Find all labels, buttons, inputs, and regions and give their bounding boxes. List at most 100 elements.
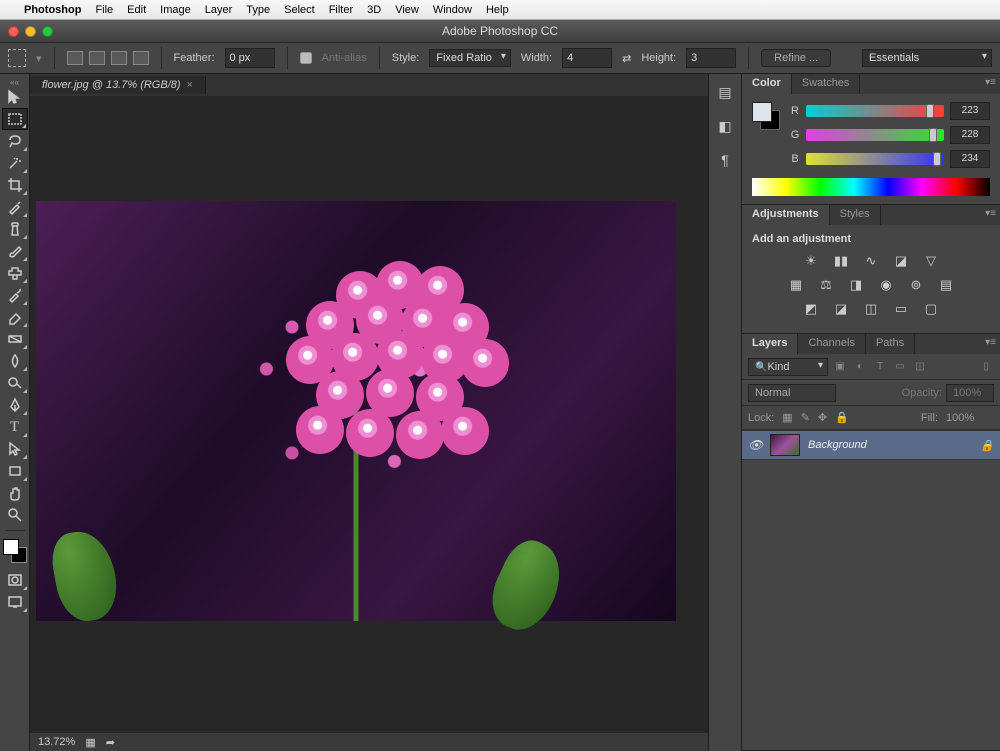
status-share-icon[interactable]: ➦ (106, 736, 115, 749)
selection-mode-new[interactable] (67, 51, 83, 65)
character-dock-icon[interactable]: ¶ (715, 152, 735, 168)
menu-edit[interactable]: Edit (127, 4, 146, 16)
b-value[interactable]: 234 (950, 150, 990, 168)
color-balance-icon[interactable]: ⚖ (817, 277, 835, 293)
r-value[interactable]: 223 (950, 102, 990, 120)
styles-tab[interactable]: Styles (830, 205, 881, 225)
selection-mode-add[interactable] (89, 51, 105, 65)
channels-tab[interactable]: Channels (798, 334, 865, 354)
blend-mode-select[interactable]: Normal (748, 384, 836, 402)
refine-edge-button[interactable]: Refine ... (761, 49, 831, 67)
lasso-tool[interactable] (2, 130, 28, 152)
g-value[interactable]: 228 (950, 126, 990, 144)
swap-dimensions-icon[interactable]: ⇄ (622, 52, 631, 65)
eraser-tool[interactable] (2, 306, 28, 328)
tools-collapse-icon[interactable]: «« (0, 78, 29, 86)
status-info-icon[interactable]: ▦ (85, 736, 95, 749)
close-tab-icon[interactable]: × (187, 79, 193, 91)
color-tab[interactable]: Color (742, 74, 792, 94)
menu-3d[interactable]: 3D (367, 4, 381, 16)
healing-brush-tool[interactable] (2, 218, 28, 240)
menu-help[interactable]: Help (486, 4, 509, 16)
clone-stamp-tool[interactable] (2, 262, 28, 284)
gradient-tool[interactable] (2, 328, 28, 350)
b-slider[interactable] (806, 153, 944, 165)
brush-tool[interactable] (2, 240, 28, 262)
type-tool[interactable]: T (2, 416, 28, 438)
blur-tool[interactable] (2, 350, 28, 372)
magic-wand-tool[interactable] (2, 152, 28, 174)
crop-tool[interactable] (2, 174, 28, 196)
layer-name[interactable]: Background (808, 439, 867, 451)
layers-panel-menu-icon[interactable]: ▾≡ (985, 337, 996, 348)
color-panel-menu-icon[interactable]: ▾≡ (985, 77, 996, 88)
filter-type-icon[interactable]: T (872, 361, 888, 373)
hue-adjustment-icon[interactable]: ▦ (787, 277, 805, 293)
properties-dock-icon[interactable]: ◧ (715, 118, 735, 134)
threshold-adjustment-icon[interactable]: ◫ (862, 301, 880, 317)
feather-input[interactable] (225, 48, 275, 68)
gradient-map-icon[interactable]: ▭ (892, 301, 910, 317)
menu-type[interactable]: Type (246, 4, 270, 16)
color-lookup-icon[interactable]: ▤ (937, 277, 955, 293)
exposure-adjustment-icon[interactable]: ◪ (892, 253, 910, 269)
menu-layer[interactable]: Layer (205, 4, 233, 16)
shape-tool[interactable] (2, 460, 28, 482)
filter-toggle-icon[interactable]: ▯ (978, 361, 994, 373)
brightness-adjustment-icon[interactable]: ☀ (802, 253, 820, 269)
filter-shape-icon[interactable]: ▭ (892, 361, 908, 373)
eyedropper-tool[interactable] (2, 196, 28, 218)
height-input[interactable] (686, 48, 736, 68)
channel-mixer-icon[interactable]: ⊚ (907, 277, 925, 293)
app-name[interactable]: Photoshop (24, 4, 81, 16)
dodge-tool[interactable] (2, 372, 28, 394)
pen-tool[interactable] (2, 394, 28, 416)
levels-adjustment-icon[interactable]: ▮▮ (832, 253, 850, 269)
selection-mode-subtract[interactable] (111, 51, 127, 65)
fill-select[interactable]: 100% (946, 412, 994, 424)
layer-visibility-icon[interactable]: 👁 (748, 438, 762, 452)
workspace-select[interactable]: Essentials (862, 49, 992, 67)
menu-window[interactable]: Window (433, 4, 472, 16)
path-selection-tool[interactable] (2, 438, 28, 460)
opacity-select[interactable]: 100% (946, 384, 994, 402)
layer-lock-icon[interactable]: 🔒 (980, 439, 994, 452)
swatches-tab[interactable]: Swatches (792, 74, 861, 94)
layers-tab[interactable]: Layers (742, 334, 798, 354)
history-dock-icon[interactable]: ▤ (715, 84, 735, 100)
current-tool-icon[interactable] (8, 49, 26, 67)
lock-all-icon[interactable]: 🔒 (835, 411, 849, 424)
adjustments-tab[interactable]: Adjustments (742, 205, 830, 225)
layer-filter-select[interactable]: 🔍Kind (748, 358, 828, 376)
adjustments-panel-menu-icon[interactable]: ▾≡ (985, 208, 996, 219)
document-tab[interactable]: flower.jpg @ 13.7% (RGB/8)× (30, 76, 206, 94)
filter-pixel-icon[interactable]: ▣ (832, 361, 848, 373)
lock-transparency-icon[interactable]: ▦ (782, 411, 792, 424)
posterize-adjustment-icon[interactable]: ◪ (832, 301, 850, 317)
menu-image[interactable]: Image (160, 4, 191, 16)
move-tool[interactable] (2, 86, 28, 108)
zoom-tool[interactable] (2, 504, 28, 526)
photo-filter-icon[interactable]: ◉ (877, 277, 895, 293)
menu-select[interactable]: Select (284, 4, 315, 16)
canvas[interactable] (36, 201, 676, 621)
canvas-viewport[interactable] (30, 96, 708, 733)
menu-file[interactable]: File (95, 4, 113, 16)
lock-pixels-icon[interactable]: ✎ (801, 411, 810, 424)
color-chip[interactable] (752, 102, 780, 130)
paths-tab[interactable]: Paths (866, 334, 915, 354)
g-slider[interactable] (806, 129, 944, 141)
lock-position-icon[interactable]: ✥ (818, 411, 827, 424)
style-select[interactable]: Fixed Ratio (429, 49, 511, 67)
blackwhite-adjustment-icon[interactable]: ◨ (847, 277, 865, 293)
menu-view[interactable]: View (395, 4, 419, 16)
layer-row[interactable]: 👁 Background 🔒 (742, 430, 1000, 460)
filter-adjustment-icon[interactable]: ◐ (852, 361, 868, 373)
width-input[interactable] (562, 48, 612, 68)
r-slider[interactable] (806, 105, 944, 117)
layer-thumbnail[interactable] (770, 434, 800, 456)
invert-adjustment-icon[interactable]: ◩ (802, 301, 820, 317)
zoom-level[interactable]: 13.72% (38, 736, 75, 748)
curves-adjustment-icon[interactable]: ∿ (862, 253, 880, 269)
hand-tool[interactable] (2, 482, 28, 504)
